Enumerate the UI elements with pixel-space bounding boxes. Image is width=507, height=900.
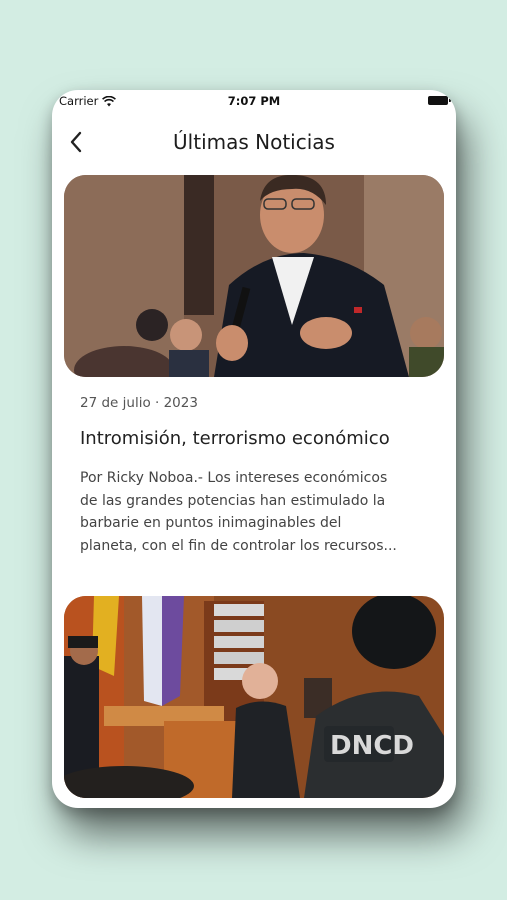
- article-date: 27 de julio · 2023: [80, 395, 198, 411]
- vest-label: DNCD: [330, 731, 414, 761]
- phone-frame: Carrier 7:07 PM Últimas Noticias 27 de j…: [52, 90, 456, 808]
- clock: 7:07 PM: [227, 94, 281, 108]
- article-image[interactable]: [64, 175, 444, 377]
- battery-icon: [428, 96, 451, 105]
- excerpt-line: barbarie en puntos inimaginables del: [80, 515, 342, 531]
- excerpt-line: Por Ricky Noboa.- Los intereses económic…: [80, 470, 388, 486]
- nav-bar: Últimas Noticias: [52, 120, 456, 164]
- excerpt-line: de las grandes potencias han estimulado …: [80, 492, 386, 509]
- excerpt-line: planeta, con el fin de controlar los rec…: [80, 537, 397, 554]
- article-title[interactable]: Intromisión, terrorismo económico: [80, 428, 430, 449]
- page-title: Últimas Noticias: [173, 130, 335, 154]
- status-bar: Carrier 7:07 PM: [52, 90, 456, 112]
- article-excerpt: Por Ricky Noboa.- Los intereses económic…: [80, 467, 432, 557]
- article-image[interactable]: DNCD: [64, 596, 444, 798]
